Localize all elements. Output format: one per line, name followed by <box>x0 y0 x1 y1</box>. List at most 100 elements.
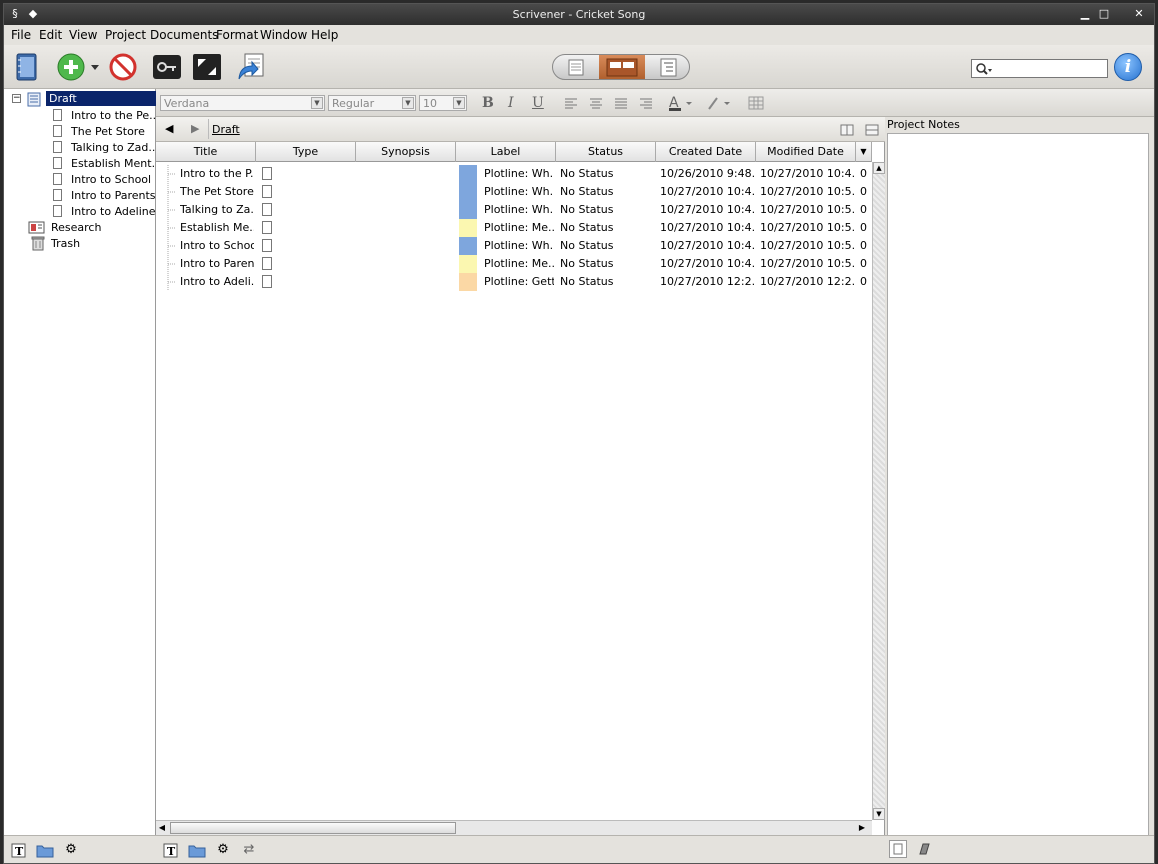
column-synopsis[interactable]: Synopsis <box>356 142 456 162</box>
table-icon[interactable] <box>748 96 764 114</box>
row-label: Plotline: Wh... <box>484 239 554 252</box>
outliner-mode-button[interactable] <box>645 55 689 79</box>
menu-format[interactable]: Format <box>216 28 258 42</box>
search-input[interactable] <box>994 62 1103 76</box>
binder-item-trash[interactable]: Trash <box>12 236 156 251</box>
italic-button[interactable]: I <box>508 95 514 111</box>
binder-document[interactable]: Talking to Zad... <box>34 140 159 155</box>
horizontal-scroll-thumb[interactable] <box>170 822 456 834</box>
fullscreen-icon[interactable] <box>192 52 222 82</box>
scroll-right-icon[interactable]: ▶ <box>856 822 868 834</box>
row-modified-date: 10/27/2010 12:2... <box>760 275 854 288</box>
search-icon[interactable] <box>975 62 993 76</box>
binder-document[interactable]: Intro to School <box>34 172 156 187</box>
scroll-left-icon[interactable]: ◀ <box>156 822 168 834</box>
binder-document[interactable]: Intro to Parents <box>34 188 156 203</box>
split-horizontal-icon[interactable] <box>865 124 879 139</box>
new-text-icon[interactable]: T <box>162 841 180 859</box>
column-label[interactable]: Label <box>456 142 556 162</box>
row-created-date: 10/27/2010 10:4... <box>660 257 754 270</box>
menu-window[interactable]: Window <box>260 28 307 42</box>
new-folder-icon[interactable] <box>188 841 206 859</box>
split-vertical-icon[interactable] <box>840 124 854 139</box>
table-row[interactable]: Establish Me... Plotline: Me... No Status 1… <box>156 219 872 237</box>
horizontal-scrollbar[interactable]: ◀ ▶ <box>156 820 872 835</box>
binder-document[interactable]: Intro to Adeline... <box>34 204 166 219</box>
columns-menu-icon[interactable]: ▼ <box>856 142 872 162</box>
search-box[interactable] <box>971 59 1108 78</box>
minimize-button[interactable]: ▁ <box>1078 7 1092 21</box>
corkboard-mode-button[interactable] <box>599 55 645 79</box>
menu-edit[interactable]: Edit <box>39 28 62 42</box>
table-row[interactable]: Intro to School Plotline: Wh... No Status 1… <box>156 237 872 255</box>
binder-document[interactable]: Establish Ment... <box>34 156 162 171</box>
menu-project[interactable]: Project <box>105 28 146 42</box>
menu-view[interactable]: View <box>69 28 97 42</box>
table-row[interactable]: Talking to Za... Plotline: Wh... No Status… <box>156 201 872 219</box>
scrivenings-mode-button[interactable] <box>553 55 599 79</box>
delete-icon[interactable] <box>108 52 138 82</box>
back-arrow-icon[interactable]: ◀ <box>165 122 173 135</box>
tree-connector-icon <box>167 165 176 183</box>
align-right-icon[interactable] <box>639 97 653 113</box>
menu-documents[interactable]: Documents <box>150 28 218 42</box>
binder-icon[interactable] <box>12 52 42 82</box>
column-status[interactable]: Status <box>556 142 656 162</box>
table-row[interactable]: Intro to Parents Plotline: Me... No Status… <box>156 255 872 273</box>
compile-icon[interactable] <box>236 52 266 82</box>
notes-tab-icon[interactable] <box>889 840 907 858</box>
column-title[interactable]: Title <box>156 142 256 162</box>
menu-file[interactable]: File <box>11 28 31 42</box>
text-color-icon[interactable]: A <box>668 94 696 116</box>
font-size-select[interactable]: 10 ▼ <box>419 95 467 111</box>
new-folder-icon[interactable] <box>36 841 54 859</box>
font-family-select[interactable]: Verdana ▼ <box>160 95 325 111</box>
font-style-select[interactable]: Regular ▼ <box>328 95 416 111</box>
table-row[interactable]: Intro to the P... Plotline: Wh... No Statu… <box>156 165 872 183</box>
table-row[interactable]: Intro to Adeli... Plotline: Gett... No Sta… <box>156 273 872 291</box>
collapse-toggle-icon[interactable]: − <box>12 94 21 103</box>
key-icon[interactable] <box>152 52 182 82</box>
add-dropdown-icon[interactable] <box>88 52 102 82</box>
table-row[interactable]: The Pet Store Plotline: Wh... No Status 10/… <box>156 183 872 201</box>
label-color-swatch <box>459 165 477 183</box>
row-label: Plotline: Wh... <box>484 167 554 180</box>
new-text-icon[interactable]: T <box>10 841 28 859</box>
align-center-icon[interactable] <box>589 97 603 113</box>
align-justify-icon[interactable] <box>614 97 628 113</box>
snapshots-tab-icon[interactable] <box>915 841 933 859</box>
binder-document[interactable]: The Pet Store <box>34 124 156 139</box>
highlight-icon[interactable] <box>706 94 734 116</box>
scroll-down-icon[interactable]: ▼ <box>873 808 885 820</box>
binder-item-research[interactable]: Research <box>12 220 156 235</box>
bold-button[interactable]: B <box>482 95 494 111</box>
column-modified-date[interactable]: Modified Date <box>756 142 856 162</box>
editor-header: ◀ ▶ Draft <box>156 117 885 142</box>
project-notes-area[interactable] <box>887 133 1149 837</box>
maximize-button[interactable]: □ <box>1097 7 1111 21</box>
label-color-swatch <box>459 273 477 291</box>
view-mode-control <box>552 54 690 80</box>
add-icon[interactable] <box>56 52 86 82</box>
swap-icon[interactable]: ⇄ <box>240 841 258 859</box>
underline-button[interactable]: U <box>532 95 544 111</box>
menu-help[interactable]: Help <box>311 28 338 42</box>
scroll-up-icon[interactable]: ▲ <box>873 162 885 174</box>
row-extra: 0 <box>860 257 867 270</box>
info-icon[interactable]: i <box>1114 53 1142 81</box>
label-color-swatch <box>459 201 477 219</box>
align-left-icon[interactable] <box>564 97 578 113</box>
gear-icon[interactable]: ⚙ <box>62 841 80 859</box>
row-extra: 0 <box>860 221 867 234</box>
row-created-date: 10/26/2010 9:48... <box>660 167 754 180</box>
binder-item-draft[interactable]: − Draft <box>12 91 158 107</box>
close-button[interactable]: ✕ <box>1132 7 1146 21</box>
vertical-scrollbar[interactable]: ▲ ▼ <box>872 162 885 820</box>
forward-arrow-icon[interactable]: ▶ <box>191 122 199 135</box>
window-title: Scrivener - Cricket Song <box>512 8 646 21</box>
column-created-date[interactable]: Created Date <box>656 142 756 162</box>
gear-icon[interactable]: ⚙ <box>214 841 232 859</box>
column-type[interactable]: Type <box>256 142 356 162</box>
breadcrumb[interactable]: Draft <box>212 123 240 136</box>
binder-document[interactable]: Intro to the Pe... <box>34 108 160 123</box>
